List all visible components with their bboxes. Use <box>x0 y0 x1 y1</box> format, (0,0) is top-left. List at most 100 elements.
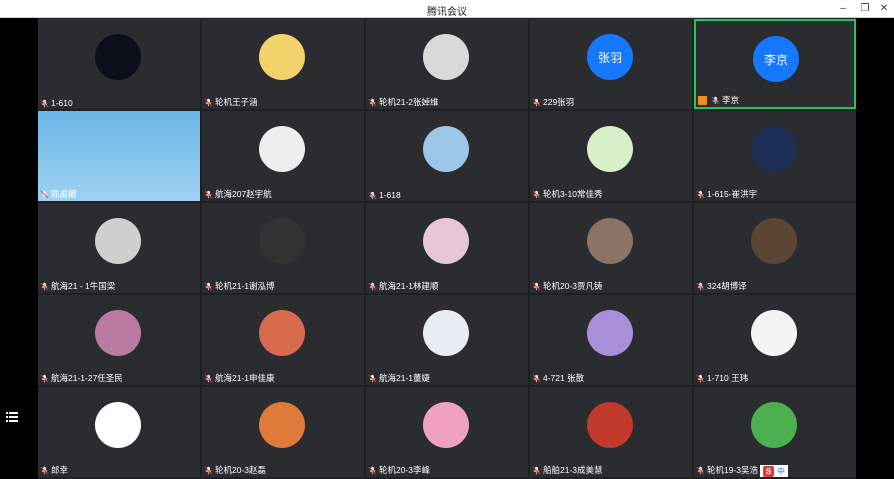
participant-name: 航海21-1林建顺 <box>379 281 439 291</box>
participant-name: 航海21-1董婕 <box>379 373 431 383</box>
participant-avatar: 李京 <box>753 36 799 82</box>
participant-tile[interactable]: 航海21-1林建顺 <box>366 203 528 293</box>
microphone-off-icon <box>696 466 705 474</box>
participant-tile[interactable]: 轮机20-3李峰 <box>366 387 528 477</box>
microphone-off-icon <box>711 96 720 104</box>
participant-name-row: 航海21-1申佳康 <box>204 372 275 384</box>
minimize-button[interactable]: – <box>836 2 850 15</box>
participant-name-row: 324胡博译 <box>696 280 747 292</box>
microphone-off-icon <box>40 466 49 474</box>
title-bar: 腾讯会议 – ❐ ✕ <box>0 0 894 18</box>
participant-avatar <box>95 34 141 80</box>
list-menu-icon[interactable] <box>6 411 18 423</box>
participant-avatar <box>95 310 141 356</box>
participant-tile[interactable]: 轮机3-10常佳秀 <box>530 111 692 201</box>
participant-name: 1-618 <box>379 190 401 200</box>
participant-avatar <box>259 126 305 172</box>
participant-name-row: 轮机19-3吴浩 <box>696 464 758 476</box>
participant-name-row: 郎幸 <box>40 464 68 476</box>
participant-avatar <box>423 34 469 80</box>
participant-tile[interactable]: 1-618 <box>366 111 528 201</box>
participant-name: 229张羽 <box>543 97 575 107</box>
participant-avatar <box>423 402 469 448</box>
participant-name-row: 1-618 <box>368 190 401 200</box>
participant-tile[interactable]: 1-610 <box>38 19 200 109</box>
participant-name: 航海21-1申佳康 <box>215 373 275 383</box>
participant-name: 航海21-1-27任圣民 <box>51 373 123 383</box>
ime-logo-icon: S <box>763 465 774 477</box>
participant-name-row: 轮机3-10常佳秀 <box>532 188 603 200</box>
participant-name: 4-721 张散 <box>543 373 585 383</box>
microphone-off-icon <box>368 191 377 199</box>
restore-button[interactable]: ❐ <box>858 2 872 15</box>
microphone-off-icon <box>368 466 377 474</box>
participant-name: 轮机3-10常佳秀 <box>543 189 603 199</box>
microphone-off-icon <box>696 282 705 290</box>
participant-name: 李京 <box>722 95 740 105</box>
participant-name-row: 1-615-崔洪宇 <box>696 188 757 200</box>
participant-tile[interactable]: 轮机20-3贾凡铸 <box>530 203 692 293</box>
participant-tile[interactable]: 轮机王子涵 <box>202 19 364 109</box>
microphone-off-icon <box>204 466 213 474</box>
participant-name: 陈禹娜 <box>51 189 77 199</box>
participant-tile[interactable]: 船舶21-3成美慧 <box>530 387 692 477</box>
participant-avatar <box>259 34 305 80</box>
participant-name-row: 航海21-1-27任圣民 <box>40 372 123 384</box>
participant-tile[interactable]: 4-721 张散 <box>530 295 692 385</box>
participant-grid: 1-610 轮机王子涵 轮机21-2张婥维 张羽 229张羽 李京 李京 陈禹娜 航海207赵宇… <box>38 19 856 479</box>
participant-tile[interactable]: 1-615-崔洪宇 <box>694 111 856 201</box>
participant-avatar: 张羽 <box>587 34 633 80</box>
left-panel <box>0 18 38 479</box>
microphone-off-icon <box>40 374 49 382</box>
microphone-off-icon <box>532 374 541 382</box>
participant-name: 1-610 <box>51 98 73 108</box>
participant-name-row: 船舶21-3成美慧 <box>532 464 603 476</box>
participant-tile[interactable]: 陈禹娜 <box>38 111 200 201</box>
participant-avatar <box>423 218 469 264</box>
participant-name: 轮机20-3贾凡铸 <box>543 281 603 291</box>
participant-tile[interactable]: 航海21-1-27任圣民 <box>38 295 200 385</box>
microphone-off-icon <box>532 282 541 290</box>
microphone-off-icon <box>204 190 213 198</box>
microphone-off-icon <box>368 282 377 290</box>
participant-tile[interactable]: 李京 李京 <box>694 19 856 109</box>
participant-avatar <box>587 218 633 264</box>
participant-tile[interactable]: 轮机21-2张婥维 <box>366 19 528 109</box>
participant-avatar <box>95 402 141 448</box>
microphone-off-icon <box>368 98 377 106</box>
participant-tile[interactable]: 轮机21-1谢泓博 <box>202 203 364 293</box>
microphone-off-icon <box>532 98 541 106</box>
participant-tile[interactable]: 航海207赵宇航 <box>202 111 364 201</box>
participant-name: 航海207赵宇航 <box>215 189 272 199</box>
participant-tile[interactable]: 航海21 - 1牛国梁 <box>38 203 200 293</box>
participant-tile[interactable]: 1-710 王玮 <box>694 295 856 385</box>
close-button[interactable]: ✕ <box>877 2 891 15</box>
participant-name: 轮机21-1谢泓博 <box>215 281 275 291</box>
participant-tile[interactable]: 航海21-1董婕 <box>366 295 528 385</box>
participant-tile[interactable]: 轮机19-3吴浩 <box>694 387 856 477</box>
participant-name: 324胡博译 <box>707 281 747 291</box>
ime-mode-label[interactable]: 中 <box>777 466 785 477</box>
participant-tile[interactable]: 航海21-1申佳康 <box>202 295 364 385</box>
participant-avatar <box>587 402 633 448</box>
ime-toolbar[interactable]: S 中 <box>760 465 788 477</box>
participant-name-row: 轮机20-3贾凡铸 <box>532 280 603 292</box>
participant-name: 轮机21-2张婥维 <box>379 97 439 107</box>
participant-name: 轮机王子涵 <box>215 97 258 107</box>
microphone-off-icon <box>368 374 377 382</box>
participant-tile[interactable]: 张羽 229张羽 <box>530 19 692 109</box>
participant-tile[interactable]: 324胡博译 <box>694 203 856 293</box>
participant-tile[interactable]: 郎幸 <box>38 387 200 477</box>
participant-name-row: 轮机20-3李峰 <box>368 464 430 476</box>
microphone-off-icon <box>532 466 541 474</box>
participant-name-row: 航海21 - 1牛国梁 <box>40 280 115 292</box>
participant-name-row: 陈禹娜 <box>40 188 77 200</box>
participant-tile[interactable]: 轮机20-3赵磊 <box>202 387 364 477</box>
participant-avatar <box>587 126 633 172</box>
participant-name: 轮机20-3李峰 <box>379 465 431 475</box>
participant-avatar <box>751 310 797 356</box>
participant-avatar <box>259 310 305 356</box>
participant-avatar <box>259 402 305 448</box>
participant-name-row: 轮机21-1谢泓博 <box>204 280 275 292</box>
participant-name: 1-710 王玮 <box>707 373 749 383</box>
